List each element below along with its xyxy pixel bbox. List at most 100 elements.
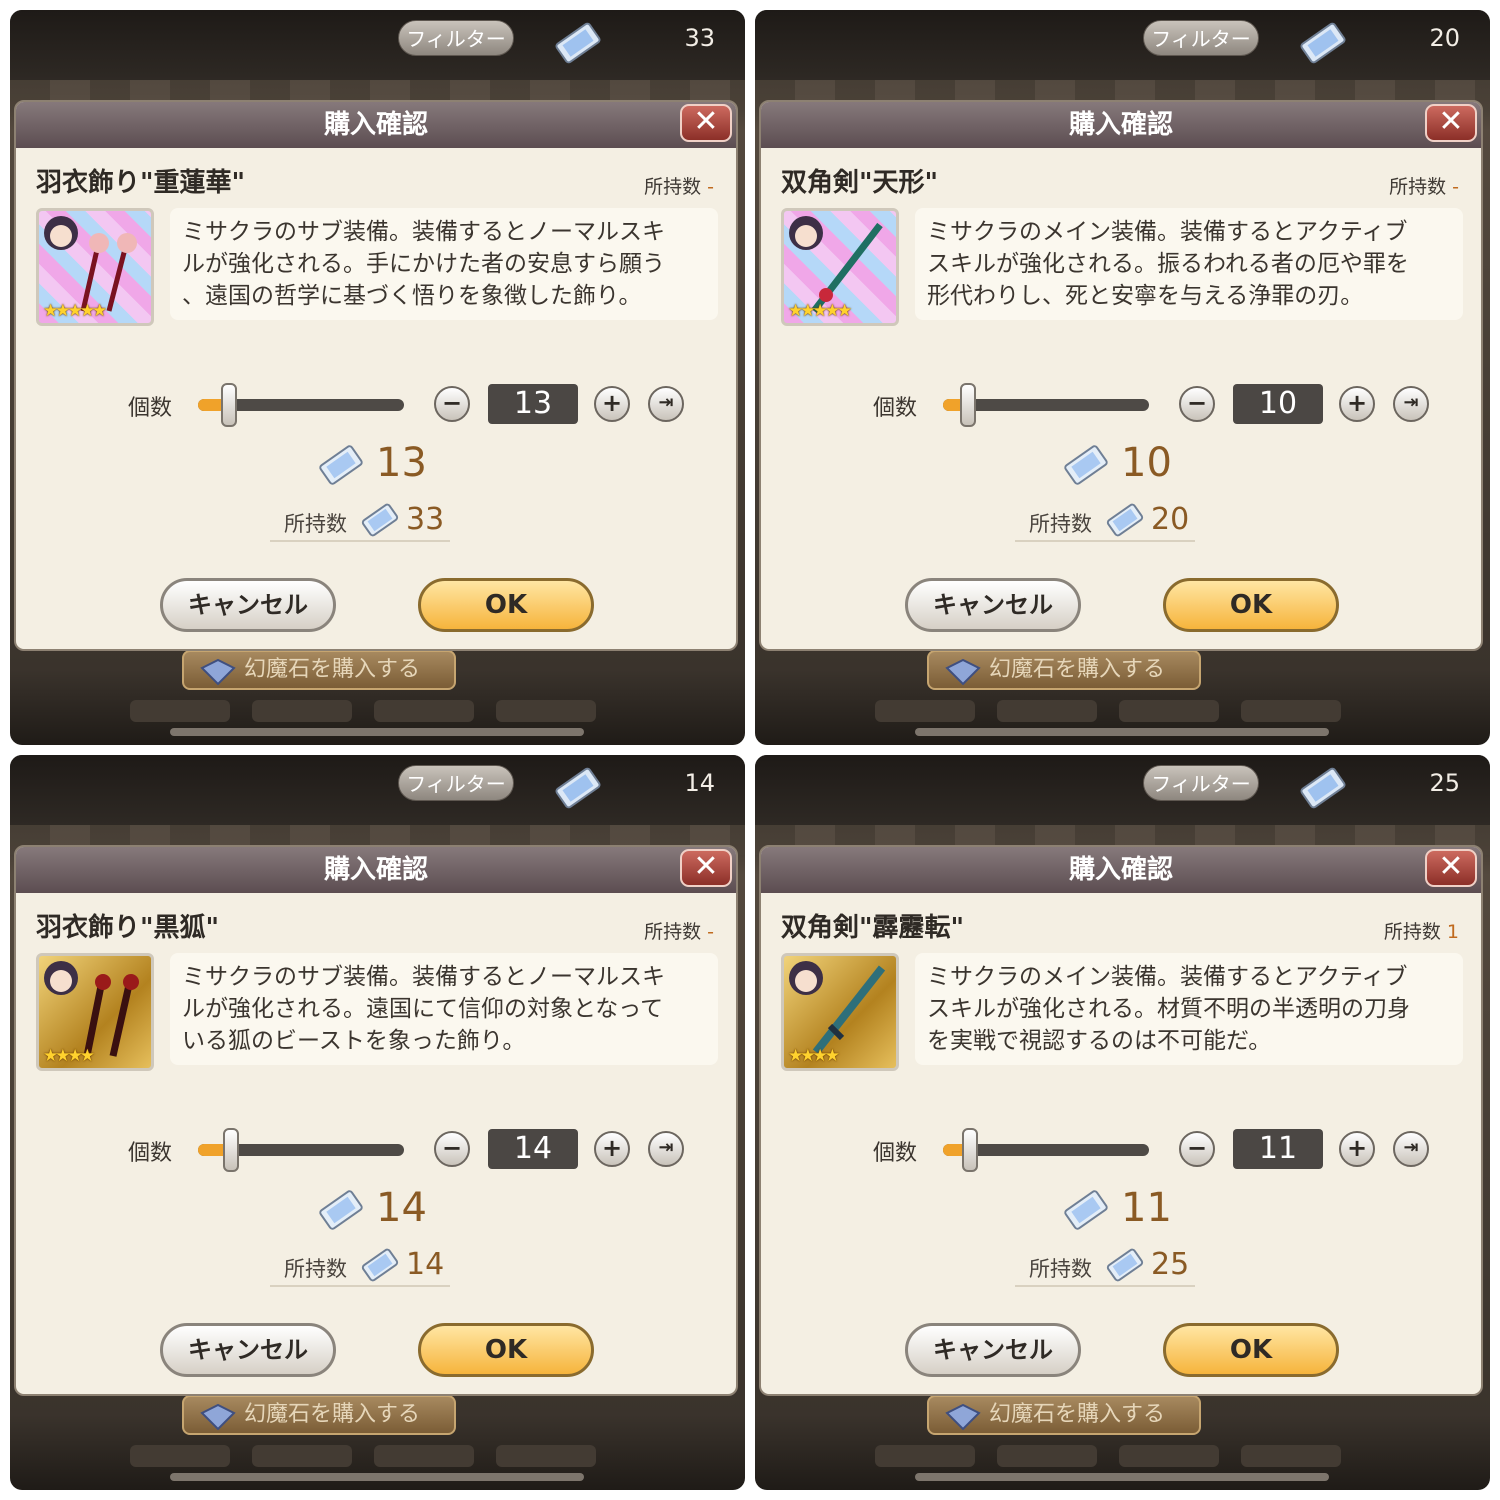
max-quantity-button[interactable]: ⇥ [1393, 1131, 1429, 1167]
ok-button[interactable]: OK [1163, 1323, 1339, 1377]
gem-icon [198, 658, 238, 698]
item-description: ミサクラのメイン装備。装備するとアクティブ スキルが強化される。振るわれる者の厄… [915, 208, 1463, 320]
item-icon: ★★★★★ [36, 208, 154, 326]
max-quantity-button[interactable]: ⇥ [1393, 386, 1429, 422]
slider-handle[interactable] [960, 383, 976, 427]
increase-button[interactable]: + [1339, 386, 1375, 422]
top-bar [755, 10, 1490, 80]
item-description: ミサクラのサブ装備。装備するとノーマルスキ ルが強化される。手にかけた者の安息す… [170, 208, 718, 320]
decrease-button[interactable]: − [434, 386, 470, 422]
filter-button[interactable]: フィルター [1143, 20, 1259, 56]
have-label: 所持数 [1029, 1257, 1092, 1281]
cancel-button[interactable]: キャンセル [905, 578, 1081, 632]
decrease-button[interactable]: − [1179, 1131, 1215, 1167]
scrollbar[interactable] [170, 728, 584, 736]
ticket-icon [361, 1248, 399, 1282]
scrollbar[interactable] [915, 1473, 1329, 1481]
cost-row: 10 [1061, 436, 1261, 496]
cost-value: 14 [376, 1185, 427, 1231]
ok-button[interactable]: OK [418, 578, 594, 632]
decrease-button[interactable]: − [1179, 386, 1215, 422]
purchase-confirm-dialog: 購入確認 ✕ 羽衣飾り"重蓮華" 所持数 - ★★★★★ ミサクラのサブ装備。装備… [14, 100, 738, 651]
buy-stone-button[interactable]: 幻魔石を購入する [927, 1395, 1201, 1435]
item-name: 双角剣"霹靂転" [781, 913, 965, 943]
quantity-label: 個数 [128, 396, 173, 421]
increase-button[interactable]: + [594, 1131, 630, 1167]
quantity-label: 個数 [873, 396, 918, 421]
quantity-value: 11 [1233, 1129, 1323, 1169]
close-icon: ✕ [1438, 104, 1464, 139]
have-value: 14 [406, 1247, 445, 1282]
have-value: 33 [406, 502, 445, 537]
tab[interactable] [130, 700, 230, 722]
gem-icon [943, 1403, 983, 1443]
scrollbar[interactable] [915, 728, 1329, 736]
decrease-button[interactable]: − [434, 1131, 470, 1167]
cost-row: 11 [1061, 1181, 1261, 1241]
tab[interactable] [875, 1445, 975, 1467]
cost-value: 10 [1121, 440, 1172, 486]
rarity-stars: ★★★★ [43, 1046, 95, 1066]
scrollbar[interactable] [170, 1473, 584, 1481]
max-quantity-button[interactable]: ⇥ [648, 1131, 684, 1167]
item-description: ミサクラのメイン装備。装備するとアクティブ スキルが強化される。材質不明の半透明… [915, 953, 1463, 1065]
item-name: 双角剣"天形" [781, 168, 939, 198]
cancel-button[interactable]: キャンセル [905, 1323, 1081, 1377]
buy-stone-label: 幻魔石を購入する [989, 657, 1166, 682]
rarity-stars: ★★★★ [788, 1046, 840, 1066]
filter-button[interactable]: フィルター [1143, 765, 1259, 801]
tab[interactable] [997, 700, 1097, 722]
cost-row: 13 [316, 436, 516, 496]
slider-handle[interactable] [962, 1128, 978, 1172]
tab[interactable] [252, 1445, 352, 1467]
screenshot-panel: フィルター 33 幻魔石を購入する 購入確認 ✕ 羽衣飾り"重蓮華" 所持数 - … [10, 10, 745, 745]
tab[interactable] [875, 700, 975, 722]
buy-stone-button[interactable]: 幻魔石を購入する [182, 1395, 456, 1435]
close-button[interactable]: ✕ [1425, 104, 1477, 142]
owned-label: 所持数 [644, 921, 702, 943]
close-button[interactable]: ✕ [1425, 849, 1477, 887]
cancel-button[interactable]: キャンセル [160, 578, 336, 632]
have-label: 所持数 [284, 1257, 347, 1281]
tab[interactable] [496, 700, 596, 722]
gem-icon [198, 1403, 238, 1443]
tab[interactable] [997, 1445, 1097, 1467]
tab[interactable] [1241, 700, 1341, 722]
tab[interactable] [252, 700, 352, 722]
tab[interactable] [374, 700, 474, 722]
filter-button[interactable]: フィルター [398, 765, 514, 801]
close-icon: ✕ [693, 849, 719, 884]
dialog-title: 購入確認 [761, 102, 1481, 148]
tab[interactable] [496, 1445, 596, 1467]
tab[interactable] [1119, 1445, 1219, 1467]
stone-count: 25 [1429, 769, 1460, 797]
increase-button[interactable]: + [1339, 1131, 1375, 1167]
slider-handle[interactable] [221, 383, 237, 427]
buy-stone-button[interactable]: 幻魔石を購入する [927, 650, 1201, 690]
purchase-confirm-dialog: 購入確認 ✕ 双角剣"天形" 所持数 - ★★★★★ ミサクラのメイン装備。装備す… [759, 100, 1483, 651]
max-quantity-button[interactable]: ⇥ [648, 386, 684, 422]
filter-button[interactable]: フィルター [398, 20, 514, 56]
close-button[interactable]: ✕ [680, 104, 732, 142]
ok-button[interactable]: OK [418, 1323, 594, 1377]
ticket-icon [1106, 503, 1144, 537]
item-name: 羽衣飾り"黒狐" [36, 913, 220, 943]
tab[interactable] [1119, 700, 1219, 722]
increase-button[interactable]: + [594, 386, 630, 422]
cost-value: 11 [1121, 1185, 1172, 1231]
ok-button[interactable]: OK [1163, 578, 1339, 632]
tab[interactable] [374, 1445, 474, 1467]
cost-row: 14 [316, 1181, 516, 1241]
have-label: 所持数 [1029, 512, 1092, 536]
close-button[interactable]: ✕ [680, 849, 732, 887]
slider-handle[interactable] [223, 1128, 239, 1172]
buy-stone-button[interactable]: 幻魔石を購入する [182, 650, 456, 690]
rarity-stars: ★★★★★ [43, 301, 107, 321]
quantity-value: 14 [488, 1129, 578, 1169]
tab[interactable] [1241, 1445, 1341, 1467]
tab[interactable] [130, 1445, 230, 1467]
dialog-title: 購入確認 [16, 847, 736, 893]
quantity-label: 個数 [128, 1141, 173, 1166]
ticket-icon [550, 763, 606, 817]
cancel-button[interactable]: キャンセル [160, 1323, 336, 1377]
